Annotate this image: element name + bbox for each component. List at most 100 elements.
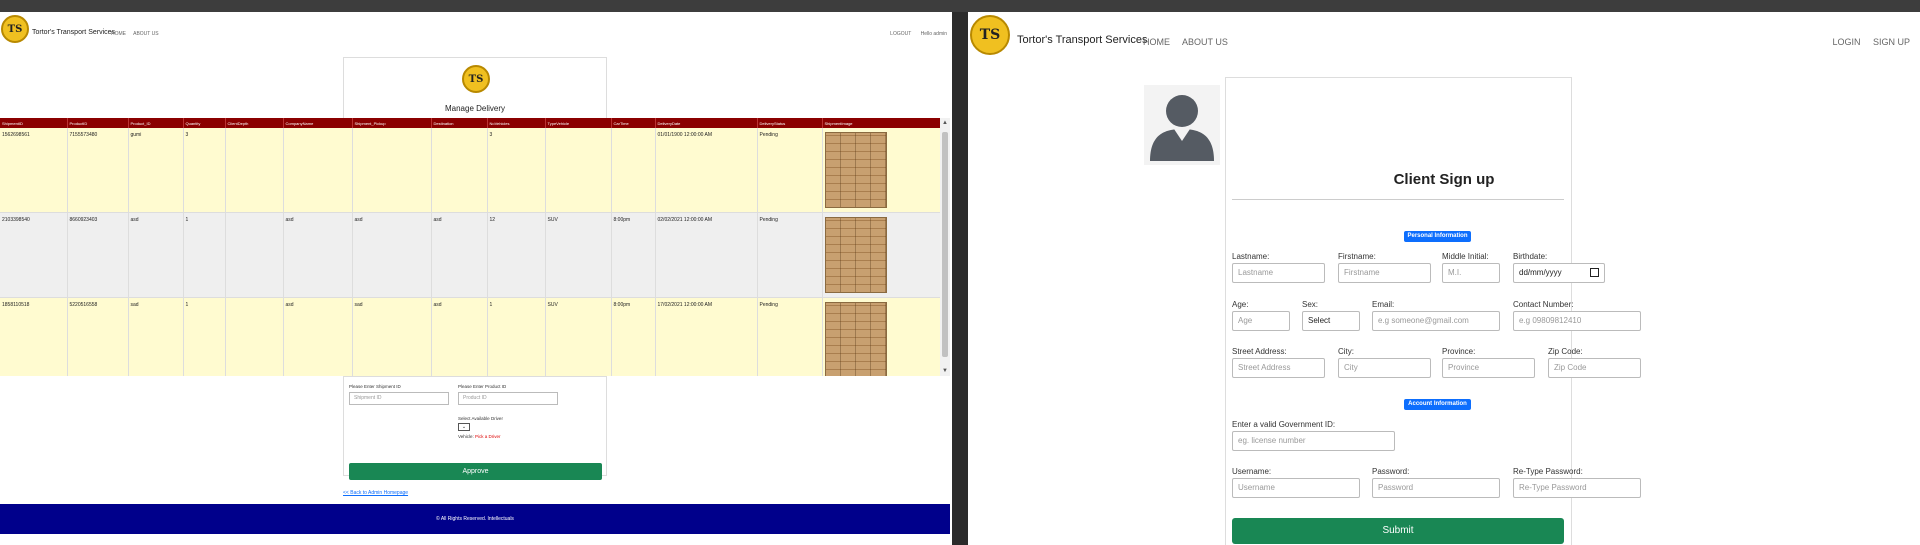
cell: sad bbox=[128, 297, 184, 376]
col-header: ProductID bbox=[67, 118, 129, 128]
cell: SUV bbox=[545, 212, 612, 298]
col-header: CompanyName bbox=[283, 118, 353, 128]
user-avatar-icon bbox=[1144, 85, 1220, 165]
cell: gumi bbox=[128, 128, 184, 213]
personal-info-badge: Personal Information bbox=[1404, 231, 1471, 242]
cell bbox=[225, 128, 284, 213]
scroll-down-arrow-icon[interactable]: ▼ bbox=[942, 368, 948, 374]
cell: asd bbox=[283, 297, 353, 376]
table-row[interactable]: 1562698561 7155573480 gumi 3 3 01/01/190… bbox=[0, 128, 940, 213]
cell: asd bbox=[283, 212, 353, 298]
province-input[interactable]: Province bbox=[1442, 358, 1535, 378]
age-label: Age: bbox=[1232, 300, 1249, 309]
top-navbar: TS Tortor's Transport Services HOME ABOU… bbox=[0, 12, 952, 52]
brand-name[interactable]: Tortor's Transport Services bbox=[32, 29, 115, 36]
password-input[interactable]: Password bbox=[1372, 478, 1500, 498]
user-nav: LOGOUT Hello admin bbox=[882, 31, 947, 37]
government-id-input[interactable]: eg. license number bbox=[1232, 431, 1395, 451]
calendar-icon[interactable] bbox=[1590, 268, 1599, 277]
cell: asd bbox=[431, 212, 488, 298]
col-header: DeliveryStatus bbox=[757, 118, 823, 128]
signup-link[interactable]: SIGN UP bbox=[1873, 37, 1910, 47]
age-input[interactable]: Age bbox=[1232, 311, 1290, 331]
cell: 02/02/2021 12:00:00 AM bbox=[655, 212, 758, 298]
vehicle-value: Pick a Driver bbox=[475, 434, 501, 439]
cell: 2103398540 bbox=[0, 212, 68, 298]
main-nav: HOME ABOUT US bbox=[111, 31, 165, 37]
page-title: Manage Delivery bbox=[444, 104, 506, 113]
nav-about[interactable]: ABOUT US bbox=[133, 31, 158, 37]
street-input[interactable]: Street Address bbox=[1232, 358, 1325, 378]
cell: 1562698561 bbox=[0, 128, 68, 213]
table-row[interactable]: 1858110518 5220516558 sad 1 asd sad asd … bbox=[0, 297, 940, 376]
contact-input[interactable]: e.g 09809812410 bbox=[1513, 311, 1641, 331]
approve-form-card: Please Enter Shipment ID Shipment ID Ple… bbox=[343, 376, 607, 480]
logout-link[interactable]: LOGOUT bbox=[890, 31, 911, 37]
driver-label: Select Available Driver bbox=[458, 416, 503, 421]
col-header: ShipmentID bbox=[0, 118, 68, 128]
cell: 1 bbox=[183, 212, 226, 298]
password-label: Password: bbox=[1372, 467, 1410, 476]
city-input[interactable]: City bbox=[1338, 358, 1431, 378]
window-divider[interactable] bbox=[952, 12, 968, 545]
signup-title: Client Sign up bbox=[1393, 171, 1495, 188]
cell: Pending bbox=[757, 212, 823, 298]
cell: asd bbox=[128, 212, 184, 298]
shipments-table: ShipmentID ProductID Product_ID Quantity… bbox=[0, 118, 940, 376]
nav-home[interactable]: HOME bbox=[1143, 37, 1170, 47]
shipment-id-input[interactable]: Shipment ID bbox=[349, 392, 449, 405]
cell: Pending bbox=[757, 297, 823, 376]
birthdate-input[interactable]: dd/mm/yyyy bbox=[1513, 263, 1605, 283]
nav-about[interactable]: ABOUT US bbox=[1182, 37, 1228, 47]
cell bbox=[545, 128, 612, 213]
cell: SUV bbox=[545, 297, 612, 376]
shipment-image[interactable] bbox=[824, 217, 887, 293]
cell bbox=[611, 128, 656, 213]
back-to-admin-link[interactable]: << Back to Admin Homepage bbox=[343, 490, 408, 496]
retype-password-input[interactable]: Re-Type Password bbox=[1513, 478, 1641, 498]
table-row[interactable]: 2103398540 8660923403 asd 1 asd asd asd … bbox=[0, 212, 940, 298]
chevron-down-icon: ⌄ bbox=[461, 424, 467, 430]
brand-name[interactable]: Tortor's Transport Services bbox=[1017, 34, 1147, 46]
cell: 3 bbox=[183, 128, 226, 213]
page-header-card: TS Manage Delivery bbox=[343, 57, 607, 119]
manage-delivery-window: TS Tortor's Transport Services HOME ABOU… bbox=[0, 12, 952, 545]
retype-password-label: Re-Type Password: bbox=[1513, 467, 1583, 476]
firstname-input[interactable]: Firstname bbox=[1338, 263, 1431, 283]
cell: 8:00pm bbox=[611, 297, 656, 376]
submit-button[interactable]: Submit bbox=[1232, 518, 1564, 544]
scroll-up-arrow-icon[interactable]: ▲ bbox=[942, 120, 948, 126]
shipment-image[interactable] bbox=[824, 132, 887, 208]
city-label: City: bbox=[1338, 347, 1354, 356]
client-signup-window: TS Tortor's Transport Services HOME ABOU… bbox=[968, 12, 1920, 545]
cell: 3 bbox=[487, 128, 546, 213]
birthdate-value: dd/mm/yyyy bbox=[1519, 268, 1562, 277]
sex-select[interactable]: Select bbox=[1302, 311, 1360, 331]
shipment-id-label: Please Enter Shipment ID bbox=[349, 384, 401, 389]
scrollbar-thumb[interactable] bbox=[942, 132, 948, 357]
middle-initial-input[interactable]: M.I. bbox=[1442, 263, 1500, 283]
cell bbox=[225, 297, 284, 376]
login-link[interactable]: LOGIN bbox=[1832, 37, 1860, 47]
main-nav: HOME ABOUT US bbox=[1143, 37, 1238, 47]
driver-select[interactable]: ⌄ bbox=[458, 423, 470, 431]
approve-button[interactable]: Approve bbox=[349, 463, 602, 480]
username-input[interactable]: Username bbox=[1232, 478, 1360, 498]
lastname-label: Lastname: bbox=[1232, 252, 1270, 261]
cell: 1 bbox=[487, 297, 546, 376]
nav-home[interactable]: HOME bbox=[111, 31, 126, 37]
product-id-input[interactable]: Product ID bbox=[458, 392, 558, 405]
cell: 7155573480 bbox=[67, 128, 129, 213]
brand-logo[interactable]: TS bbox=[970, 15, 1010, 55]
zip-input[interactable]: Zip Code bbox=[1548, 358, 1641, 378]
cell: 01/01/1900 12:00:00 AM bbox=[655, 128, 758, 213]
brand-logo[interactable]: TS bbox=[1, 15, 29, 43]
shipment-image[interactable] bbox=[824, 302, 887, 376]
cell: sad bbox=[352, 297, 432, 376]
government-id-label: Enter a valid Government ID: bbox=[1232, 420, 1336, 429]
email-input[interactable]: e.g someone@gmail.com bbox=[1372, 311, 1500, 331]
col-header: Destination bbox=[431, 118, 488, 128]
cell: Pending bbox=[757, 128, 823, 213]
lastname-input[interactable]: Lastname bbox=[1232, 263, 1325, 283]
table-scrollbar[interactable]: ▲ ▼ bbox=[940, 118, 950, 376]
